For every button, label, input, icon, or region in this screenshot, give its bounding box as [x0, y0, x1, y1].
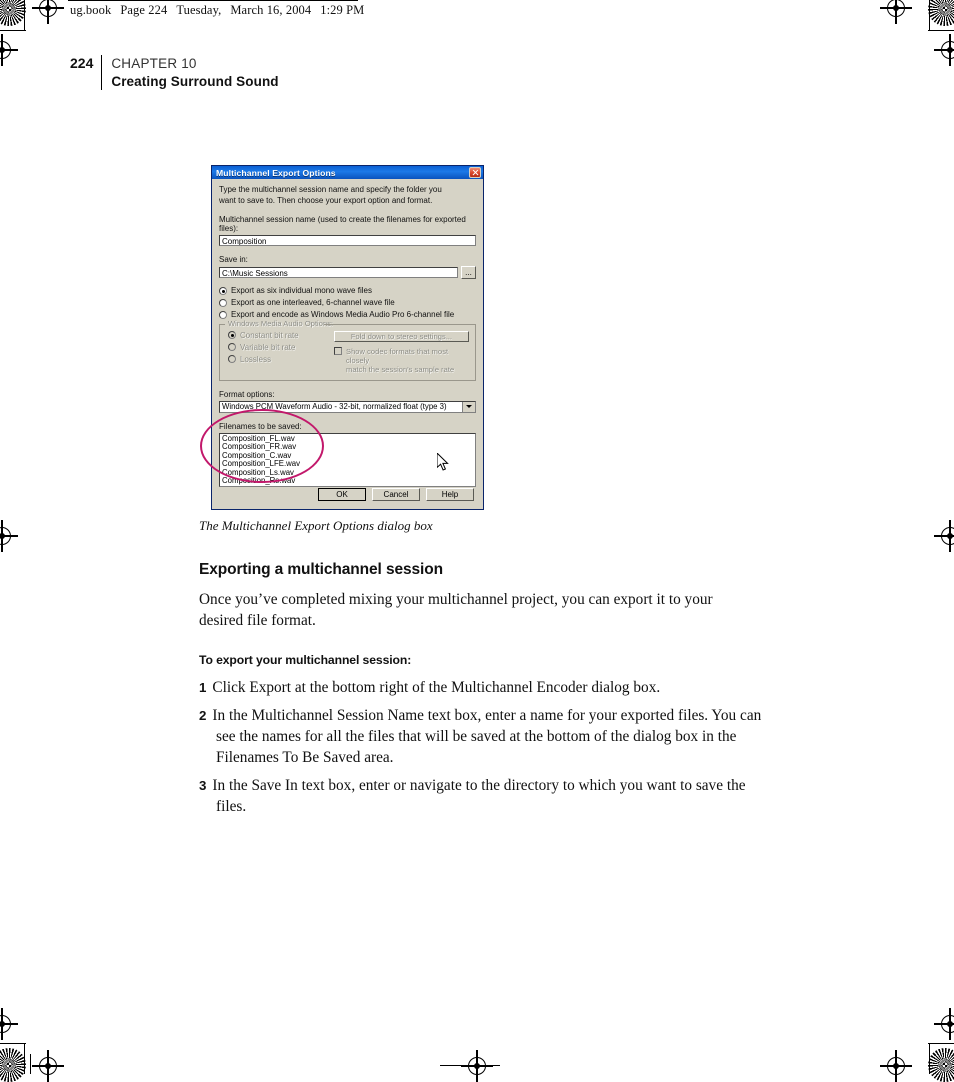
bitrate-option-constant: Constant bit rate	[228, 331, 332, 341]
save-in-input[interactable]: C:\Music Sessions	[219, 267, 458, 278]
session-name-input[interactable]: Composition	[219, 235, 476, 246]
document-page: ug.book Page 224 Tuesday, March 16, 2004 1:2…	[0, 0, 954, 1082]
list-item: Composition_Rs.wav	[222, 476, 296, 486]
section-intro-paragraph: Once you’ve completed mixing your multic…	[199, 591, 713, 629]
crop-mark-bottom-horizontal-left	[0, 1043, 26, 1044]
close-icon[interactable]	[469, 167, 481, 178]
export-option-mono[interactable]: Export as six individual mono wave files	[219, 286, 476, 296]
registration-mark-bottom-center	[461, 1050, 493, 1082]
registration-mark-bottom-right	[880, 1050, 912, 1082]
crop-mark-top-horizontal-right	[928, 30, 954, 31]
show-codec-formats-label-line2: match the session's sample rate	[346, 364, 455, 374]
chevron-down-icon[interactable]	[462, 401, 475, 412]
section-heading: Exporting a multichannel session	[199, 561, 443, 578]
export-option-interleaved-label: Export as one interleaved, 6-channel wav…	[231, 298, 395, 307]
browse-button[interactable]: ...	[461, 266, 476, 279]
calibration-burst-bottom-right	[928, 1048, 954, 1082]
procedure-step-2: 2 In the Multichannel Session Name text b…	[199, 705, 772, 768]
windows-media-audio-options-group: Windows Media Audio Options: Constant bi…	[219, 318, 476, 381]
registration-mark-left-middle	[0, 520, 18, 552]
registration-mark-right-middle	[934, 520, 954, 552]
header-date: March 16, 2004	[230, 3, 312, 17]
registration-mark-right-upper	[934, 34, 954, 66]
chapter-title: Creating Surround Sound	[111, 74, 279, 89]
export-option-interleaved[interactable]: Export as one interleaved, 6-channel wav…	[219, 298, 476, 308]
header-page-label: Page 224	[120, 3, 168, 17]
registration-mark-left-upper	[0, 34, 18, 66]
figure-dialog-screenshot: Multichannel Export Options Type the mul…	[211, 165, 484, 510]
radio-icon-variable-bitrate	[228, 343, 236, 351]
crop-mark-right-vertical	[929, 0, 930, 30]
format-options-label: Format options:	[219, 389, 275, 399]
cancel-button[interactable]: Cancel	[372, 488, 420, 501]
registration-mark-top-right	[880, 0, 912, 24]
crop-mark-header-divider	[30, 1054, 31, 1074]
radio-icon-wma[interactable]	[219, 310, 227, 319]
step-text: Click Export at the bottom right of the …	[212, 679, 661, 696]
procedure-title: To export your multichannel session:	[199, 653, 412, 667]
registration-mark-top-left	[32, 0, 64, 24]
bitrate-option-variable: Variable bit rate	[228, 343, 332, 353]
radio-icon-mono[interactable]	[219, 286, 227, 295]
session-name-label: Multichannel session name (used to creat…	[219, 215, 466, 233]
registration-mark-bottom-left	[32, 1050, 64, 1082]
crop-mark-top-horizontal-left	[0, 30, 26, 31]
step-text: In the Multichannel Session Name text bo…	[212, 707, 762, 766]
dialog-button-row: OK Cancel Help	[212, 488, 483, 501]
step-text: In the Save In text box, enter or naviga…	[212, 777, 746, 815]
bitrate-option-variable-label: Variable bit rate	[240, 342, 296, 352]
calibration-burst-bottom-left	[0, 1048, 26, 1082]
dialog-instructions: Type the multichannel session name and s…	[219, 185, 476, 206]
fold-down-stereo-button: Fold down to stereo settings...	[334, 330, 469, 342]
crop-mark-left-vertical-bottom	[24, 1044, 25, 1074]
crop-mark-bottom-horizontal-right	[928, 1043, 954, 1044]
step-number: 1	[199, 680, 207, 695]
calibration-burst-top-right	[928, 0, 954, 26]
wma-group-legend: Windows Media Audio Options:	[226, 318, 336, 328]
step-number: 3	[199, 778, 207, 793]
bitrate-option-lossless-label: Lossless	[240, 354, 272, 364]
chapter-label: CHAPTER 10	[111, 56, 197, 71]
header-time: 1:29 PM	[320, 3, 365, 17]
dialog-title: Multichannel Export Options	[216, 167, 336, 178]
show-codec-formats-checkbox-row: Show codec formats that most closely mat…	[334, 347, 469, 374]
checkbox-icon-show-codec-formats	[334, 347, 342, 355]
bitrate-option-constant-label: Constant bit rate	[240, 330, 299, 340]
mouse-cursor-icon	[437, 453, 449, 471]
bitrate-option-lossless: Lossless	[228, 355, 332, 365]
crop-mark-right-vertical-bottom	[929, 1044, 930, 1074]
crop-mark-left-vertical	[24, 0, 25, 30]
ok-button[interactable]: OK	[318, 488, 366, 501]
header-weekday: Tuesday,	[176, 3, 222, 17]
registration-mark-right-lower	[934, 1008, 954, 1040]
radio-icon-lossless	[228, 355, 236, 363]
show-codec-formats-label-line1: Show codec formats that most closely	[346, 346, 449, 365]
running-header: ug.book Page 224 Tuesday, March 16, 2004 1:2…	[70, 3, 373, 18]
format-options-value: Windows PCM Waveform Audio - 32-bit, nor…	[222, 401, 447, 411]
filenames-label: Filenames to be saved:	[219, 421, 302, 431]
step-number: 2	[199, 708, 207, 723]
save-in-label: Save in:	[219, 255, 248, 264]
help-button[interactable]: Help	[426, 488, 474, 501]
header-rule	[68, 0, 358, 1]
procedure-step-3: 3 In the Save In text box, enter or navig…	[199, 775, 772, 817]
calibration-burst-top-left	[0, 0, 26, 26]
header-filename: ug.book	[70, 3, 112, 17]
dialog-title-bar: Multichannel Export Options	[212, 166, 483, 179]
page-number: 224	[70, 55, 94, 71]
dialog-instructions-line1: Type the multichannel session name and s…	[219, 185, 442, 194]
crop-mark-bottom-center	[440, 1065, 500, 1066]
radio-icon-constant-bitrate	[228, 331, 236, 339]
chapter-heading-block: 224 CHAPTER 10 Creating Surround Sound	[70, 55, 279, 90]
export-option-group: Export as six individual mono wave files…	[219, 286, 476, 320]
radio-icon-interleaved[interactable]	[219, 298, 227, 307]
dialog-instructions-line2: want to save to. Then choose your export…	[219, 195, 433, 205]
export-option-mono-label: Export as six individual mono wave files	[231, 286, 372, 295]
figure-caption: The Multichannel Export Options dialog b…	[199, 518, 433, 533]
registration-mark-left-lower	[0, 1008, 18, 1040]
procedure-step-1: 1 Click Export at the bottom right of the…	[199, 677, 772, 698]
format-options-dropdown[interactable]: Windows PCM Waveform Audio - 32-bit, nor…	[219, 400, 476, 413]
